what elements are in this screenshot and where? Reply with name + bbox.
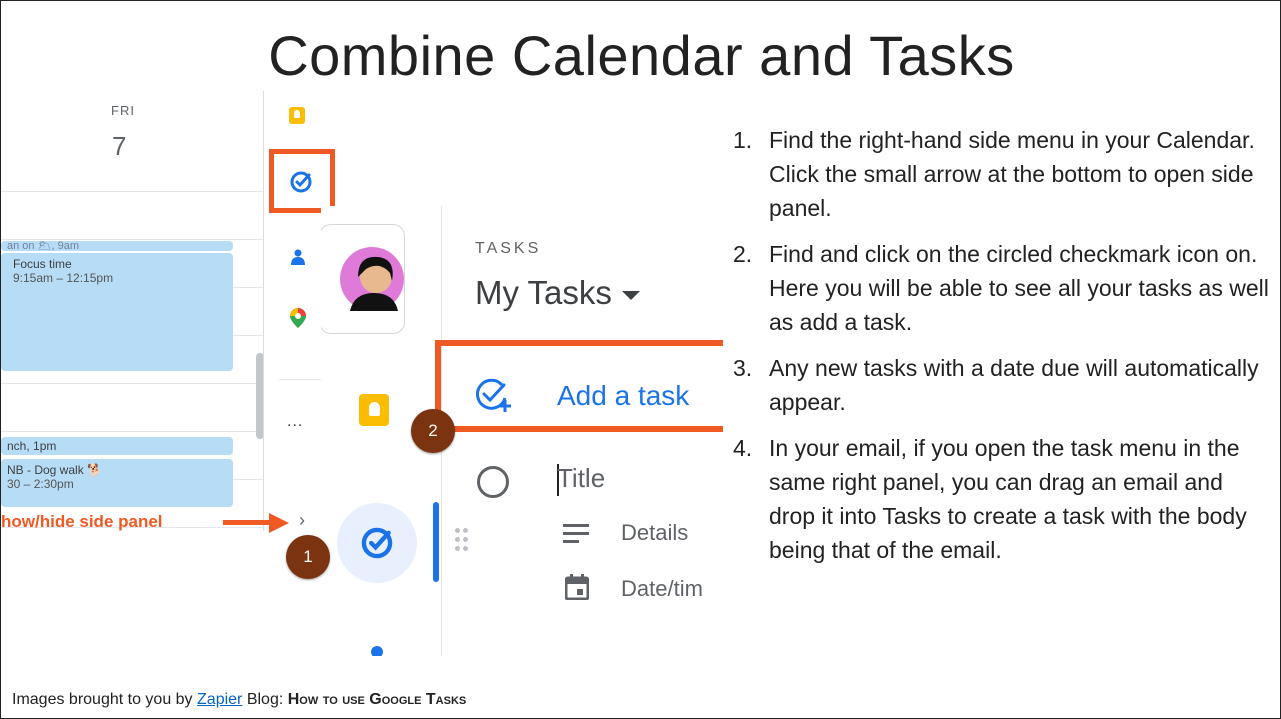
event-time: 9:15am – 12:15pm: [13, 271, 114, 285]
avatar[interactable]: [340, 247, 404, 311]
expand-side-panel-chevron-icon[interactable]: ›: [299, 510, 305, 531]
instruction-steps: 1. Find the right-hand side menu in your …: [733, 123, 1273, 579]
task-datetime-field[interactable]: Date/tim: [621, 576, 703, 602]
hour-line: [1, 431, 263, 432]
step-item: 3. Any new tasks with a date due will aut…: [733, 351, 1273, 419]
credit-prefix: Images brought to you by: [12, 691, 193, 708]
task-list-selector[interactable]: My Tasks: [475, 274, 640, 312]
step-number: 4.: [733, 435, 753, 461]
event-text: an on 🌥, 9am: [7, 240, 80, 252]
image-credit: Images brought to you by Zapier Blog: Ho…: [12, 691, 466, 709]
keep-bulb-shape: [369, 402, 380, 416]
annotation-arrow-head-icon: [269, 513, 289, 533]
article-title: How to use Google Tasks: [287, 691, 467, 708]
step-text: Find and click on the circled checkmark …: [769, 241, 1269, 335]
contacts-icon-partial: [371, 646, 383, 656]
step-item: 2. Find and click on the circled checkmar…: [733, 237, 1273, 339]
step-number: 1.: [733, 127, 753, 153]
event-title: Focus time: [13, 257, 72, 271]
tasks-panel-zoom: TASKS My Tasks Add a task Title Details …: [321, 206, 723, 656]
step-text: Any new tasks with a date due will autom…: [769, 355, 1259, 415]
keep-icon-large[interactable]: [359, 394, 389, 426]
event-text: nch, 1pm: [7, 439, 57, 453]
step-number: 3.: [733, 355, 753, 381]
add-task-icon[interactable]: [475, 378, 511, 412]
step-item: 1. Find the right-hand side menu in your …: [733, 123, 1273, 225]
tasks-app-button[interactable]: [337, 503, 417, 583]
slide: Combine Calendar and Tasks FRI 7 an on 🌥…: [0, 0, 1281, 719]
step-number: 2.: [733, 241, 753, 267]
rail-separator: [279, 379, 323, 380]
task-details-field[interactable]: Details: [621, 520, 688, 546]
event-title: NB - Dog walk 🐕: [7, 463, 102, 477]
maps-icon[interactable]: [290, 308, 306, 328]
details-icon: [563, 524, 589, 543]
profile-card: [321, 224, 405, 334]
tasks-icon[interactable]: [290, 171, 312, 193]
more-options-icon[interactable]: ...: [287, 413, 303, 431]
step-marker-2: 2: [411, 409, 455, 453]
calendar-event[interactable]: an on 🌥, 9am: [1, 240, 233, 252]
calendar-icon: [565, 574, 589, 600]
day-name: FRI: [111, 103, 135, 118]
dropdown-caret-icon: [621, 290, 640, 300]
task-complete-circle-icon[interactable]: [477, 466, 509, 498]
drag-handle-icon[interactable]: [455, 528, 469, 556]
annotation-arrow-line: [223, 520, 271, 525]
hour-line: [1, 191, 263, 192]
step-text: In your email, if you open the task menu…: [769, 435, 1247, 563]
keep-icon[interactable]: [289, 107, 305, 124]
zapier-link[interactable]: Zapier: [197, 691, 242, 708]
tasks-section-label: TASKS: [475, 240, 542, 257]
calendar-event-focus-time[interactable]: Focus time 9:15am – 12:15pm: [1, 253, 233, 371]
contacts-icon[interactable]: [291, 249, 305, 265]
step-marker-1: 1: [286, 535, 330, 579]
calendar-event-dog-walk[interactable]: NB - Dog walk 🐕 30 – 2:30pm: [1, 459, 233, 507]
show-hide-annotation: how/hide side panel: [1, 512, 163, 531]
task-title-input[interactable]: Title: [557, 463, 605, 494]
keep-bulb-shape: [294, 110, 300, 118]
hour-line: [1, 383, 263, 384]
day-number: 7: [112, 131, 127, 161]
add-task-button[interactable]: Add a task: [557, 380, 689, 412]
step-item: 4. In your email, if you open the task me…: [733, 431, 1273, 567]
rail-divider: [263, 91, 264, 531]
tasks-icon: [361, 527, 393, 559]
calendar-event-lunch[interactable]: nch, 1pm: [1, 437, 233, 455]
task-list-name: My Tasks: [475, 274, 612, 311]
event-time: 30 – 2:30pm: [7, 477, 74, 491]
step-text: Find the right-hand side menu in your Ca…: [769, 127, 1255, 221]
slide-title: Combine Calendar and Tasks: [268, 24, 1015, 87]
credit-middle: Blog:: [246, 691, 284, 708]
calendar-day-column: FRI 7 an on 🌥, 9am Focus time 9:15am – 1…: [1, 91, 264, 656]
active-indicator: [433, 502, 439, 582]
